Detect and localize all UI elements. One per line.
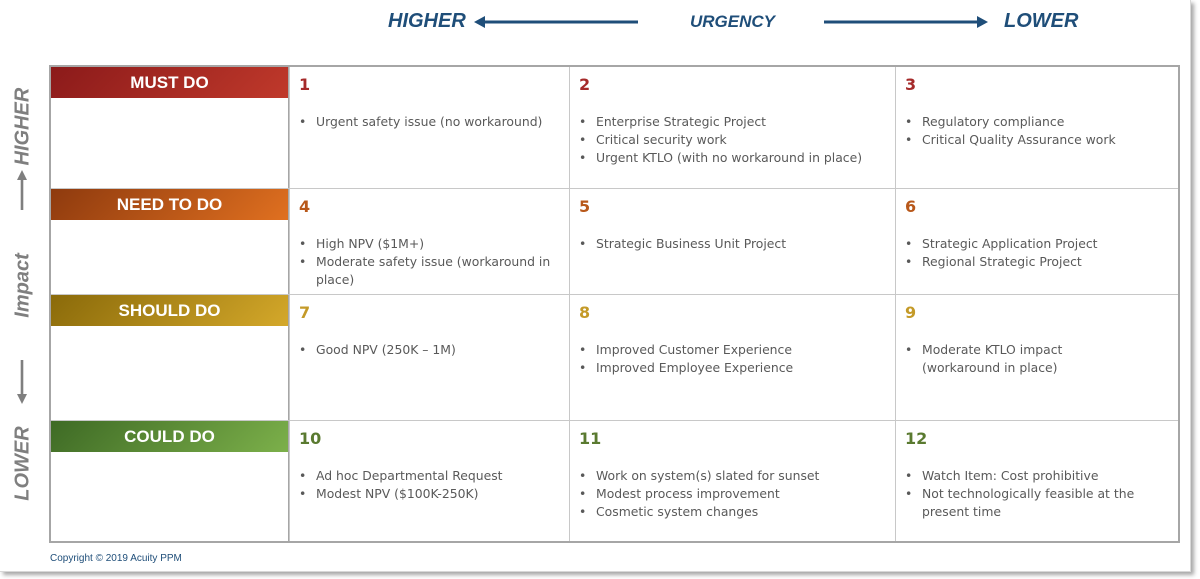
cell-item: Strategic Application Project (905, 235, 1097, 253)
row-label-could-do: COULD DO (51, 421, 288, 452)
cell-item: Moderate KTLO impact (workaround in plac… (905, 341, 1082, 377)
cell-number: 5 (579, 197, 591, 216)
copyright-text: Copyright © 2019 Acuity PPM (50, 553, 182, 564)
impact-lower-label: LOWER (11, 426, 34, 501)
cell-item: Critical security work (579, 131, 862, 149)
cell-number: 1 (299, 75, 311, 94)
urgency-axis: HIGHER URGENCY LOWER (0, 10, 1200, 36)
cell-items: Improved Customer ExperienceImproved Emp… (579, 341, 793, 377)
urgency-higher-label: HIGHER (388, 10, 466, 32)
arrow-up-icon (17, 170, 27, 210)
cell-items: Good NPV (250K – 1M) (299, 341, 456, 359)
row-label-need-to-do: NEED TO DO (51, 189, 288, 220)
matrix-cell: 3 Regulatory complianceCritical Quality A… (895, 67, 1178, 188)
cell-number: 7 (299, 303, 311, 322)
row-label-cell: MUST DO (51, 67, 289, 188)
urgency-title: URGENCY (690, 12, 776, 31)
matrix-cell: 9 Moderate KTLO impact (workaround in pla… (895, 295, 1178, 420)
arrow-down-icon (17, 360, 27, 404)
matrix-cell: 10 Ad hoc Departmental RequestModest NPV … (289, 421, 569, 541)
cell-item: Strategic Business Unit Project (579, 235, 786, 253)
row-label-must-do: MUST DO (51, 67, 288, 98)
impact-axis: HIGHER Impact LOWER (6, 66, 40, 544)
cell-number: 2 (579, 75, 591, 94)
matrix-cell: 5 Strategic Business Unit Project (569, 189, 895, 294)
cell-items: Regulatory complianceCritical Quality As… (905, 113, 1116, 149)
priority-matrix: MUST DO 1 Urgent safety issue (no workaro… (49, 65, 1180, 543)
matrix-cell: 6 Strategic Application ProjectRegional S… (895, 189, 1178, 294)
cell-item: Urgent safety issue (no workaround) (299, 113, 542, 131)
matrix-cell: 12 Watch Item: Cost prohibitiveNot techno… (895, 421, 1178, 541)
cell-item: Critical Quality Assurance work (905, 131, 1116, 149)
matrix-row-should-do: SHOULD DO 7 Good NPV (250K – 1M) 8 Improve… (51, 294, 1178, 420)
cell-number: 4 (299, 197, 311, 216)
cell-item: Improved Employee Experience (579, 359, 793, 377)
cell-items: Strategic Business Unit Project (579, 235, 786, 253)
cell-items: Work on system(s) slated for sunsetModes… (579, 467, 819, 521)
matrix-row-could-do: COULD DO 10Ad hoc Departmental RequestMo… (51, 420, 1178, 541)
cell-item: Modest NPV ($100K-250K) (299, 485, 503, 503)
matrix-cell: 4 High NPV ($1M+)Moderate safety issue (w… (289, 189, 569, 294)
cell-item: Urgent KTLO (with no workaround in place… (579, 149, 862, 167)
impact-title: Impact (11, 253, 34, 318)
cell-item: Regional Strategic Project (905, 253, 1098, 271)
matrix-cell: 1 Urgent safety issue (no workaround) (289, 67, 569, 188)
cell-items: High NPV ($1M+)Moderate safety issue (wo… (299, 235, 569, 289)
cell-item: Improved Customer Experience (579, 341, 793, 359)
urgency-lower-label: LOWER (1004, 10, 1079, 32)
cell-item: Modest process improvement (579, 485, 819, 503)
cell-item: Good NPV (250K – 1M) (299, 341, 456, 359)
cell-items: Moderate KTLO impact (workaround in plac… (905, 341, 1082, 377)
cell-number: 11 (579, 429, 602, 448)
matrix-cell: 2 Enterprise Strategic ProjectCritical se… (569, 67, 895, 188)
cell-item: Cosmetic system changes (579, 503, 819, 521)
cell-item: Watch Item: Cost prohibitive (905, 467, 1142, 485)
cell-number: 9 (905, 303, 917, 322)
matrix-row-must-do: MUST DO 1 Urgent safety issue (no workaro… (51, 67, 1178, 188)
cell-number: 10 (299, 429, 322, 448)
row-label-should-do: SHOULD DO (51, 295, 288, 326)
cell-items: Urgent safety issue (no workaround) (299, 113, 542, 131)
cell-number: 3 (905, 75, 917, 94)
cell-item: Moderate safety issue (workaround in pla… (299, 253, 569, 289)
cell-item: Work on system(s) slated for sunset (579, 467, 819, 485)
cell-items: Strategic Application ProjectRegional St… (905, 235, 1098, 271)
arrow-left-icon (474, 16, 638, 28)
cell-item: Ad hoc Departmental Request (299, 467, 502, 485)
row-label-cell: SHOULD DO (51, 295, 289, 420)
matrix-cell: 7 Good NPV (250K – 1M) (289, 295, 569, 420)
cell-item: Not technologically feasible at the pres… (905, 485, 1142, 521)
matrix-cell: 8 Improved Customer ExperienceImproved Em… (569, 295, 895, 420)
matrix-cell: 11 Work on system(s) slated for sunsetMod… (569, 421, 895, 541)
cell-item: High NPV ($1M+) (299, 235, 569, 253)
cell-number: 6 (905, 197, 917, 216)
row-label-cell: COULD DO (51, 421, 289, 541)
impact-higher-label: HIGHER (11, 87, 34, 166)
cell-items: Enterprise Strategic ProjectCritical sec… (579, 113, 862, 167)
arrow-right-icon (824, 16, 988, 28)
cell-item: Regulatory compliance (905, 113, 1116, 131)
cell-item: Enterprise Strategic Project (579, 113, 862, 131)
row-label-cell: NEED TO DO (51, 189, 289, 294)
cell-items: Watch Item: Cost prohibitiveNot technolo… (905, 467, 1142, 521)
cell-number: 8 (579, 303, 591, 322)
cell-items: Ad hoc Departmental RequestModest NPV ($… (299, 467, 503, 503)
cell-number: 12 (905, 429, 928, 448)
matrix-row-need-to-do: NEED TO DO 4 High NPV ($1M+)Moderate safe… (51, 188, 1178, 294)
